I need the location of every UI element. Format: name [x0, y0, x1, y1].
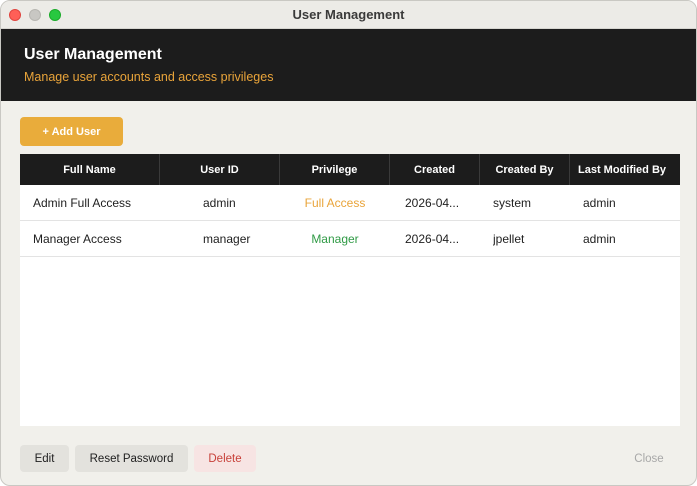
cell-full-name: Manager Access: [33, 231, 122, 246]
window-title: User Management: [292, 7, 405, 22]
cell-created-by: system: [493, 195, 532, 210]
add-user-button[interactable]: + Add User: [20, 117, 123, 146]
cell-full-name: Admin Full Access: [33, 195, 132, 210]
reset-password-button[interactable]: Reset Password: [75, 445, 188, 472]
edit-button[interactable]: Edit: [20, 445, 69, 472]
column-header-created[interactable]: Created: [390, 154, 480, 185]
delete-button[interactable]: Delete: [194, 445, 256, 472]
title-bar: User Management: [1, 1, 696, 29]
cell-user-id: manager: [203, 231, 251, 246]
cell-privilege: Manager: [311, 231, 359, 246]
column-header-last-modified-by[interactable]: Last Modified By: [570, 154, 680, 185]
page-subtitle: Manage user accounts and access privileg…: [24, 70, 274, 84]
column-header-created-by[interactable]: Created By: [480, 154, 570, 185]
page-header: User Management Manage user accounts and…: [1, 29, 696, 101]
users-table: Full Name User ID Privilege Created Crea…: [20, 154, 680, 426]
cell-last-modified-by: admin: [583, 195, 616, 210]
cell-user-id: admin: [203, 195, 236, 210]
cell-created-by: jpellet: [493, 231, 525, 246]
column-header-user-id[interactable]: User ID: [160, 154, 280, 185]
table-row[interactable]: Manager Access manager Manager 2026-04..…: [20, 221, 680, 257]
cell-created: 2026-04...: [405, 195, 460, 210]
page-title: User Management: [24, 46, 162, 63]
column-header-privilege[interactable]: Privilege: [280, 154, 390, 185]
table-header: Full Name User ID Privilege Created Crea…: [20, 154, 680, 185]
cell-created: 2026-04...: [405, 231, 460, 246]
table-row[interactable]: Admin Full Access admin Full Access 2026…: [20, 185, 680, 221]
user-management-window: User Management User Management Manage u…: [0, 0, 697, 486]
column-header-full-name[interactable]: Full Name: [20, 154, 160, 185]
close-button[interactable]: Close: [621, 445, 677, 472]
cell-privilege: Full Access: [304, 195, 366, 210]
cell-last-modified-by: admin: [583, 231, 616, 246]
